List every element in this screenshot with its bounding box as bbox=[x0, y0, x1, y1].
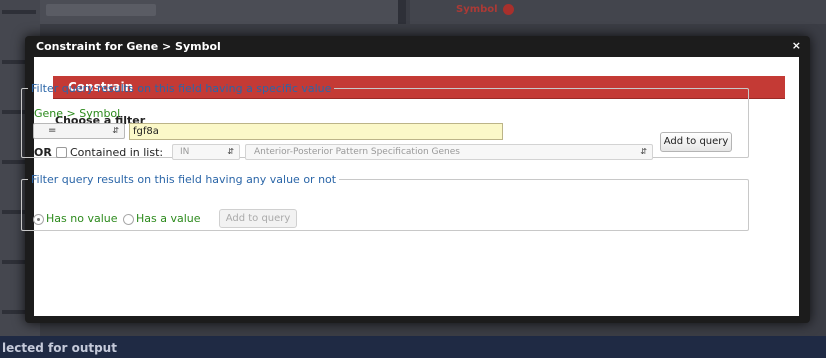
value-input[interactable]: fgf8a bbox=[129, 123, 503, 140]
list-operator-select[interactable]: IN ⇵ bbox=[172, 144, 240, 160]
contained-in-list-label: Contained in list: bbox=[70, 146, 164, 159]
background-line bbox=[2, 10, 36, 14]
background-bottom-text: lected for output bbox=[2, 341, 117, 355]
or-label: OR bbox=[34, 146, 52, 159]
has-no-value-radio[interactable] bbox=[33, 214, 44, 225]
remove-icon bbox=[503, 4, 514, 15]
field-path-label: Gene > Symbol bbox=[34, 107, 121, 120]
background-symbol-label: Symbol bbox=[456, 4, 498, 15]
has-no-value-label: Has no value bbox=[46, 212, 118, 225]
operator-value: = bbox=[48, 125, 57, 136]
value-filter-legend: Filter query results on this field havin… bbox=[31, 82, 332, 95]
add-to-query-button[interactable]: Add to query bbox=[660, 132, 732, 152]
has-a-value-radio[interactable] bbox=[123, 214, 134, 225]
background-divider bbox=[398, 0, 406, 24]
list-name-select[interactable]: Anterior-Posterior Pattern Specification… bbox=[245, 144, 653, 160]
background-bottom-bar bbox=[0, 336, 826, 358]
contained-in-list-checkbox[interactable] bbox=[56, 147, 67, 158]
select-arrows-icon: ⇵ bbox=[112, 126, 119, 135]
background-top-strip bbox=[40, 0, 400, 24]
close-icon[interactable]: × bbox=[792, 39, 801, 52]
radio-selected-dot bbox=[37, 218, 40, 221]
null-filter-legend: Filter query results on this field havin… bbox=[31, 173, 337, 186]
list-name-value: Anterior-Posterior Pattern Specification… bbox=[254, 147, 460, 157]
has-a-value-label: Has a value bbox=[136, 212, 201, 225]
select-arrows-icon: ⇵ bbox=[640, 147, 647, 156]
list-operator-value: IN bbox=[180, 147, 190, 157]
add-null-filter-button[interactable]: Add to query bbox=[219, 209, 297, 228]
select-arrows-icon: ⇵ bbox=[227, 147, 234, 156]
operator-select[interactable]: = ⇵ bbox=[33, 123, 125, 139]
background-strip-bar bbox=[46, 4, 156, 16]
dialog-header: Constraint for Gene > Symbol × bbox=[25, 36, 810, 56]
dialog-title: Constraint for Gene > Symbol bbox=[36, 40, 221, 53]
